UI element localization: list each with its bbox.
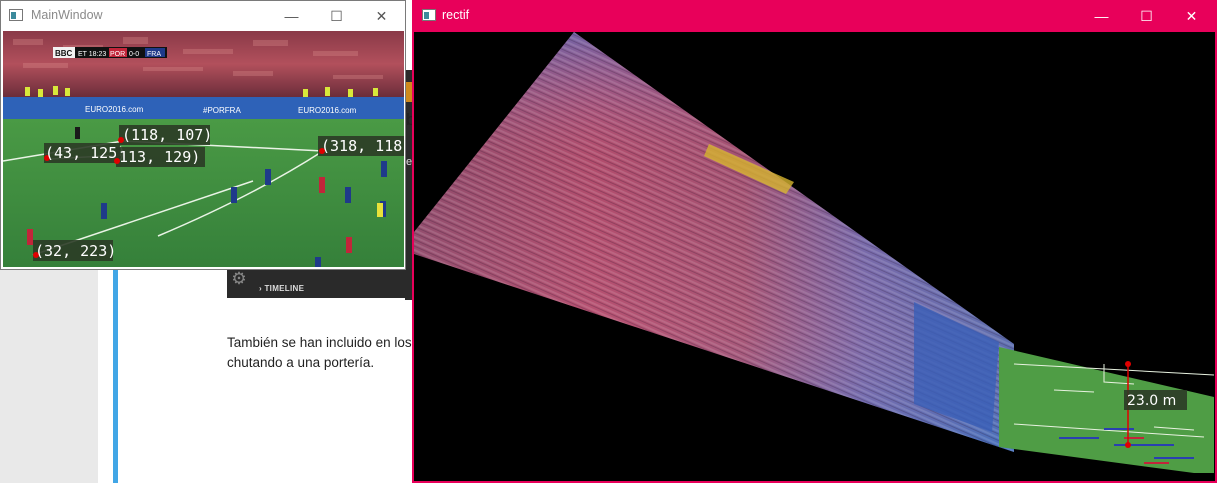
main-window-titlebar[interactable]: MainWindow — ☐ ✕ [1, 1, 405, 31]
rectif-window[interactable]: rectif — ☐ ✕ 23.0 m [412, 0, 1217, 483]
rectified-image[interactable]: 23.0 m [414, 32, 1215, 483]
distance-endpoint-bottom[interactable] [1125, 442, 1131, 448]
gear-icon[interactable]: ⚙ [229, 269, 249, 289]
minimize-button[interactable]: — [269, 1, 314, 31]
point-annotation-3[interactable]: (318, 118) [318, 136, 404, 156]
team-away: FRA [147, 51, 161, 58]
point-annotation-0[interactable]: (118, 107) [118, 125, 212, 145]
scorebug: BBC ET 18:23 POR 0-0 FRA [53, 47, 167, 58]
editor-quote-bar [113, 260, 118, 483]
editor-paragraph: También se han incluido en los chutando … [227, 333, 417, 373]
maximize-button[interactable]: ☐ [1124, 1, 1169, 31]
paragraph-line: chutando a una portería. [227, 355, 375, 370]
channel-logo: BBC [55, 49, 73, 58]
app-icon [422, 9, 436, 21]
match-clock: ET 18:23 [78, 51, 106, 58]
distance-endpoint-top[interactable] [1125, 361, 1131, 367]
point-label: (32, 223) [35, 242, 116, 260]
point-annotation-2[interactable]: 113, 129) [114, 147, 205, 167]
point-label: 113, 129) [119, 148, 200, 166]
board-text: EURO2016.com [298, 106, 357, 115]
board-text: EURO2016.com [85, 105, 144, 114]
team-home: POR [110, 51, 125, 58]
point-annotation-4[interactable]: (32, 223) [33, 240, 116, 261]
timeline-label[interactable]: › TIMELINE [259, 284, 304, 293]
football-frame[interactable]: EURO2016.com #PORFRA #PORFRA EURO2016.co… [3, 31, 404, 267]
point-annotation-1[interactable]: (43, 125) [44, 143, 126, 163]
rectif-window-title: rectif [442, 8, 470, 22]
paragraph-line: También se han incluido en los [227, 335, 412, 350]
rectified-view[interactable]: 23.0 m [414, 32, 1215, 483]
point-label: (318, 118) [321, 137, 404, 155]
chevron-right-icon: › [259, 284, 262, 293]
board-text: #PORFRA [203, 106, 241, 115]
distance-label: 23.0 m [1127, 393, 1176, 409]
rectif-titlebar[interactable]: rectif — ☐ ✕ [412, 0, 1217, 32]
minimize-button[interactable]: — [1079, 1, 1124, 31]
main-window[interactable]: MainWindow — ☐ ✕ EURO2016.com #PORFRA EU… [0, 0, 406, 270]
main-window-title: MainWindow [31, 8, 103, 22]
score: 0-0 [129, 51, 139, 58]
point-label: (43, 125) [45, 144, 126, 162]
timeline-label-text: TIMELINE [264, 284, 305, 293]
close-button[interactable]: ✕ [359, 1, 404, 31]
close-button[interactable]: ✕ [1169, 1, 1214, 31]
timeline-panel[interactable] [227, 268, 415, 298]
app-icon [9, 9, 23, 21]
point-label: (118, 107) [122, 126, 212, 144]
video-frame[interactable]: EURO2016.com #PORFRA #PORFRA EURO2016.co… [3, 31, 404, 267]
maximize-button[interactable]: ☐ [314, 1, 359, 31]
